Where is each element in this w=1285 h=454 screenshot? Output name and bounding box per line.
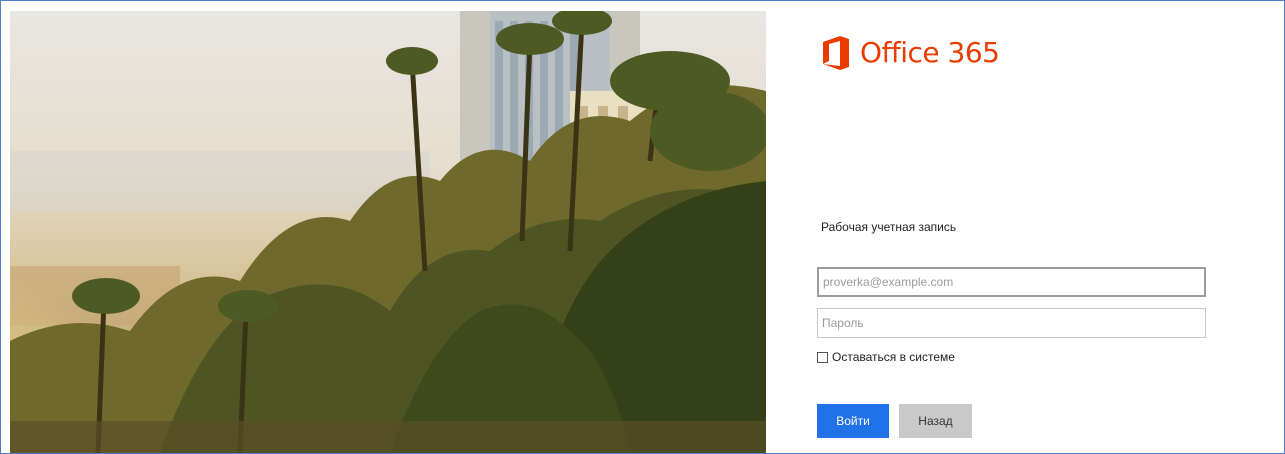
form-heading: Рабочая учетная запись <box>821 220 957 234</box>
brand-name: Office 365 <box>860 36 1000 69</box>
password-input[interactable] <box>817 308 1206 338</box>
palm-trees-illustration <box>10 11 766 453</box>
office-logo: Office 365 <box>821 35 1000 71</box>
sign-in-panel: Office 365 Рабочая учетная запись Остава… <box>766 11 1284 453</box>
remember-checkbox[interactable] <box>817 351 828 363</box>
login-page-frame: Office 365 Рабочая учетная запись Остава… <box>0 0 1285 454</box>
back-button[interactable]: Назад <box>899 404 972 438</box>
email-input[interactable] <box>817 267 1206 297</box>
signin-button[interactable]: Войти <box>817 404 889 438</box>
remember-label: Оставаться в системе <box>832 350 955 364</box>
hero-image <box>10 11 766 453</box>
remember-me[interactable]: Оставаться в системе <box>817 350 955 364</box>
office-logo-icon <box>823 36 849 70</box>
